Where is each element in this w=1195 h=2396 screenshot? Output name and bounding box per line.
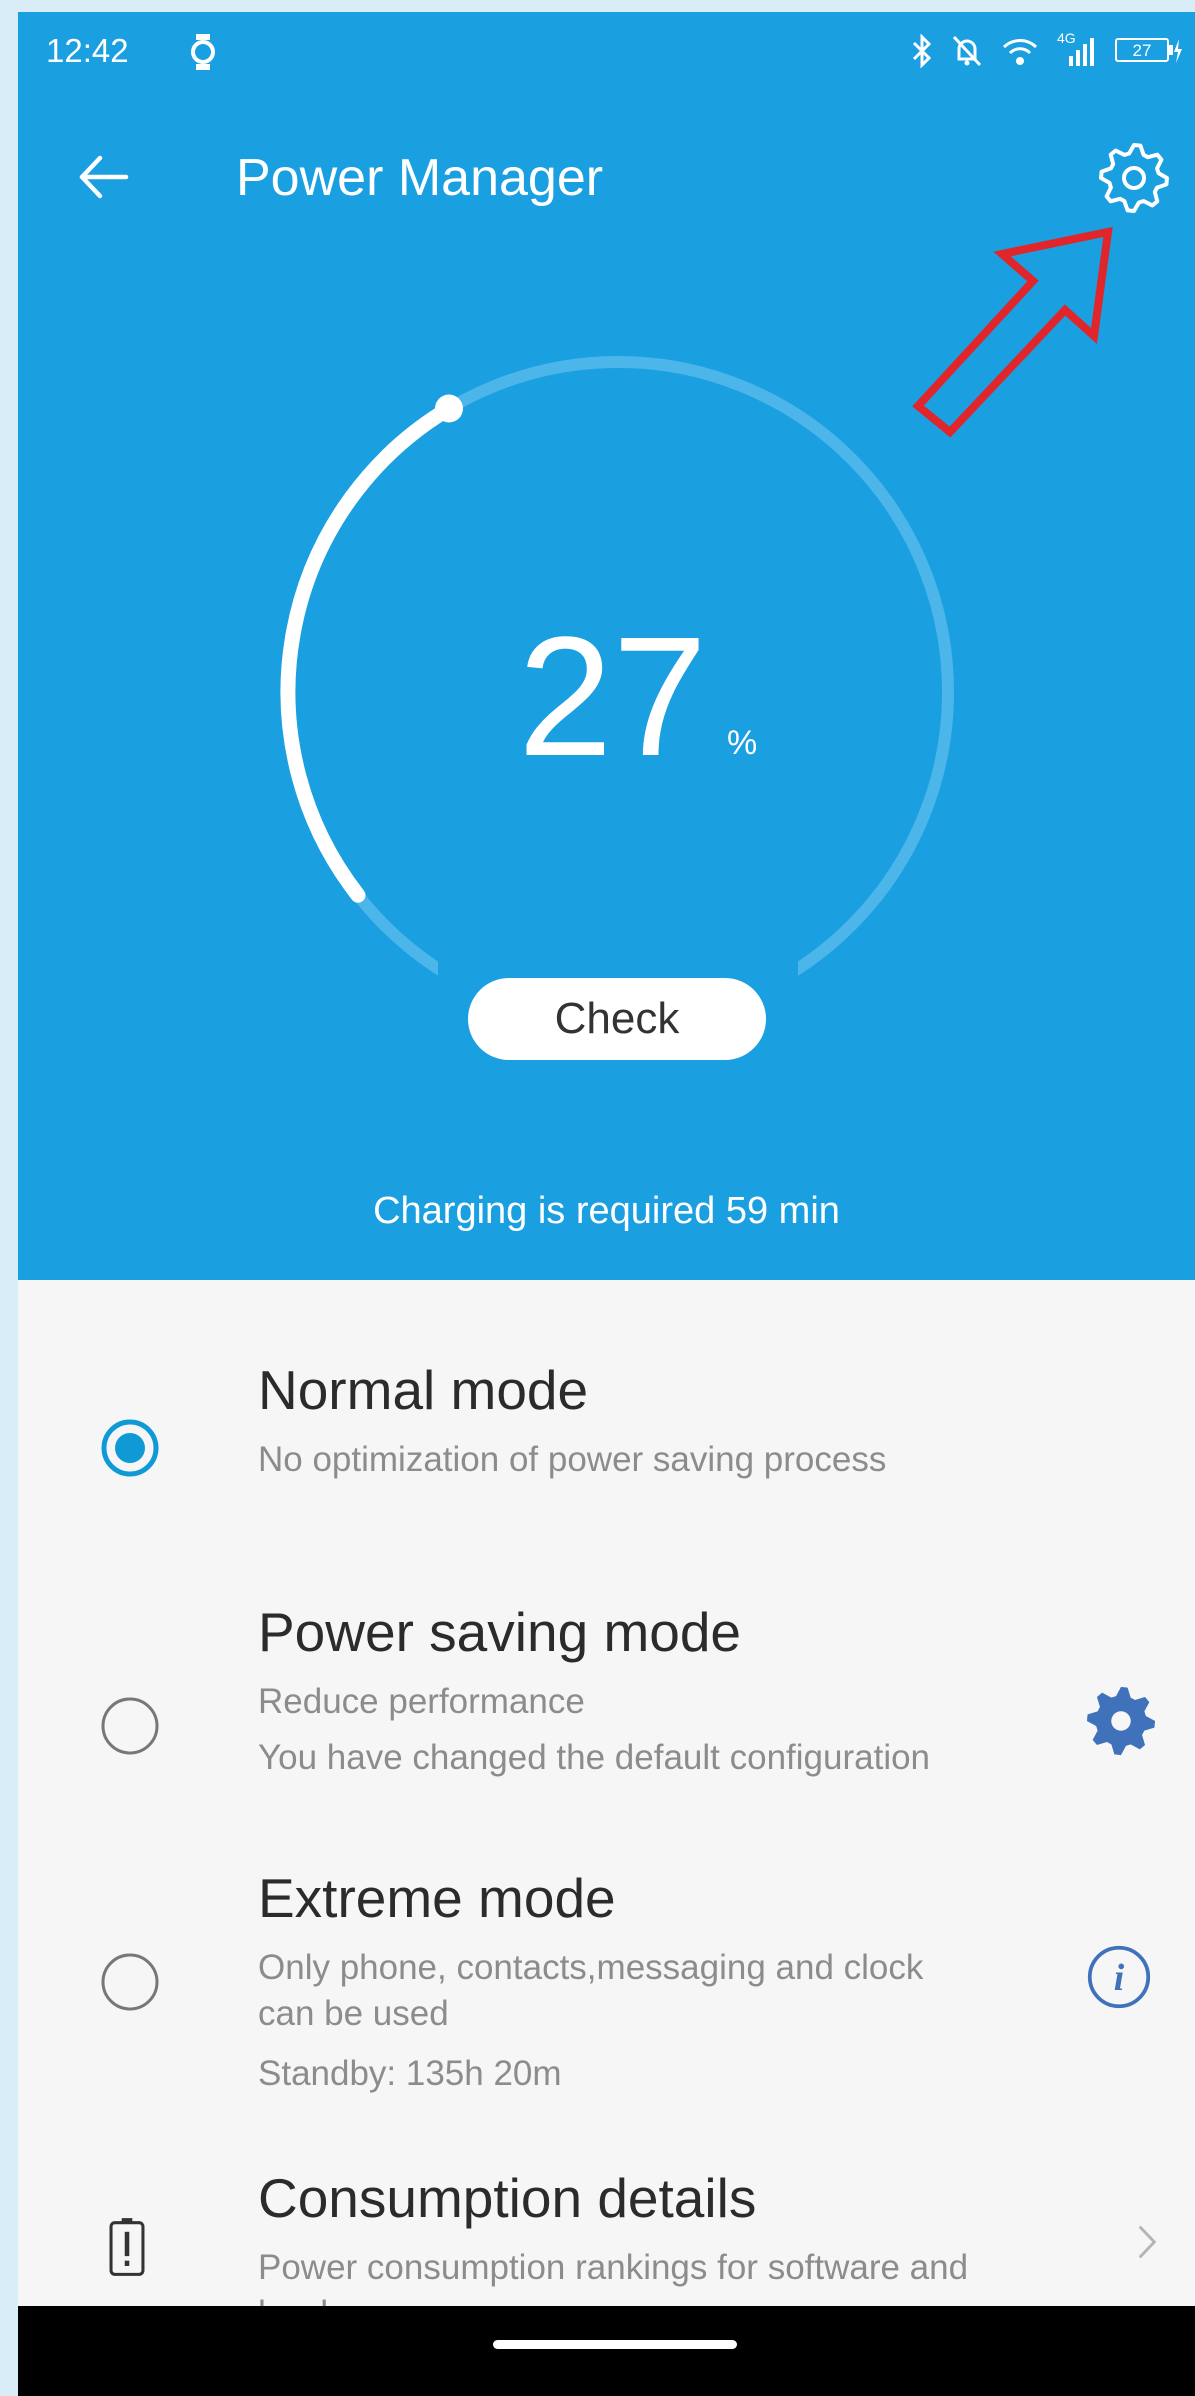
mode-title: Power saving mode	[258, 1601, 742, 1663]
consumption-title: Consumption details	[258, 2167, 757, 2229]
navigation-bar	[18, 2306, 1195, 2396]
mode-title: Extreme mode	[258, 1867, 616, 1929]
list-item-extreme-mode[interactable]: Extreme mode Only phone, contacts,messag…	[18, 1866, 1195, 2146]
battery-hero: 12:42 4G 27 Power Manager 27 % Check Cha…	[18, 12, 1195, 1280]
radio-unselected-icon[interactable]	[100, 1696, 160, 1756]
gauge-arc	[280, 401, 457, 903]
gear-settings-icon[interactable]	[1084, 1684, 1158, 1758]
mode-description-continued: can be used	[258, 1994, 449, 2033]
radio-unselected-icon[interactable]	[100, 1952, 160, 2012]
mode-description: No optimization of power saving process	[258, 1440, 887, 1479]
radio-selected-icon[interactable]	[100, 1418, 160, 1478]
svg-text:i: i	[1114, 1957, 1125, 1999]
mode-description: Reduce performance	[258, 1682, 585, 1721]
phone-screen: 12:42 4G 27 Power Manager 27 % Check Cha…	[18, 12, 1195, 2396]
list-item-power-saving-mode[interactable]: Power saving mode Reduce performance You…	[18, 1600, 1195, 1850]
battery-alert-icon	[109, 2218, 145, 2276]
list-item-normal-mode[interactable]: Normal mode No optimization of power sav…	[18, 1358, 1195, 1548]
home-indicator[interactable]	[493, 2340, 737, 2349]
mode-title: Normal mode	[258, 1359, 589, 1421]
chevron-right-icon[interactable]	[1136, 2222, 1158, 2262]
charging-estimate: Charging is required 59 min	[373, 1190, 840, 1232]
mode-config-note: You have changed the default configurati…	[258, 1738, 931, 1777]
info-icon[interactable]: i	[1086, 1944, 1152, 2010]
gauge-knob	[435, 394, 463, 423]
battery-percentage-unit: %	[727, 724, 758, 762]
standby-estimate: Standby: 135h 20m	[258, 2054, 562, 2093]
battery-percentage: 27	[518, 602, 708, 792]
check-button[interactable]: Check	[468, 978, 766, 1060]
